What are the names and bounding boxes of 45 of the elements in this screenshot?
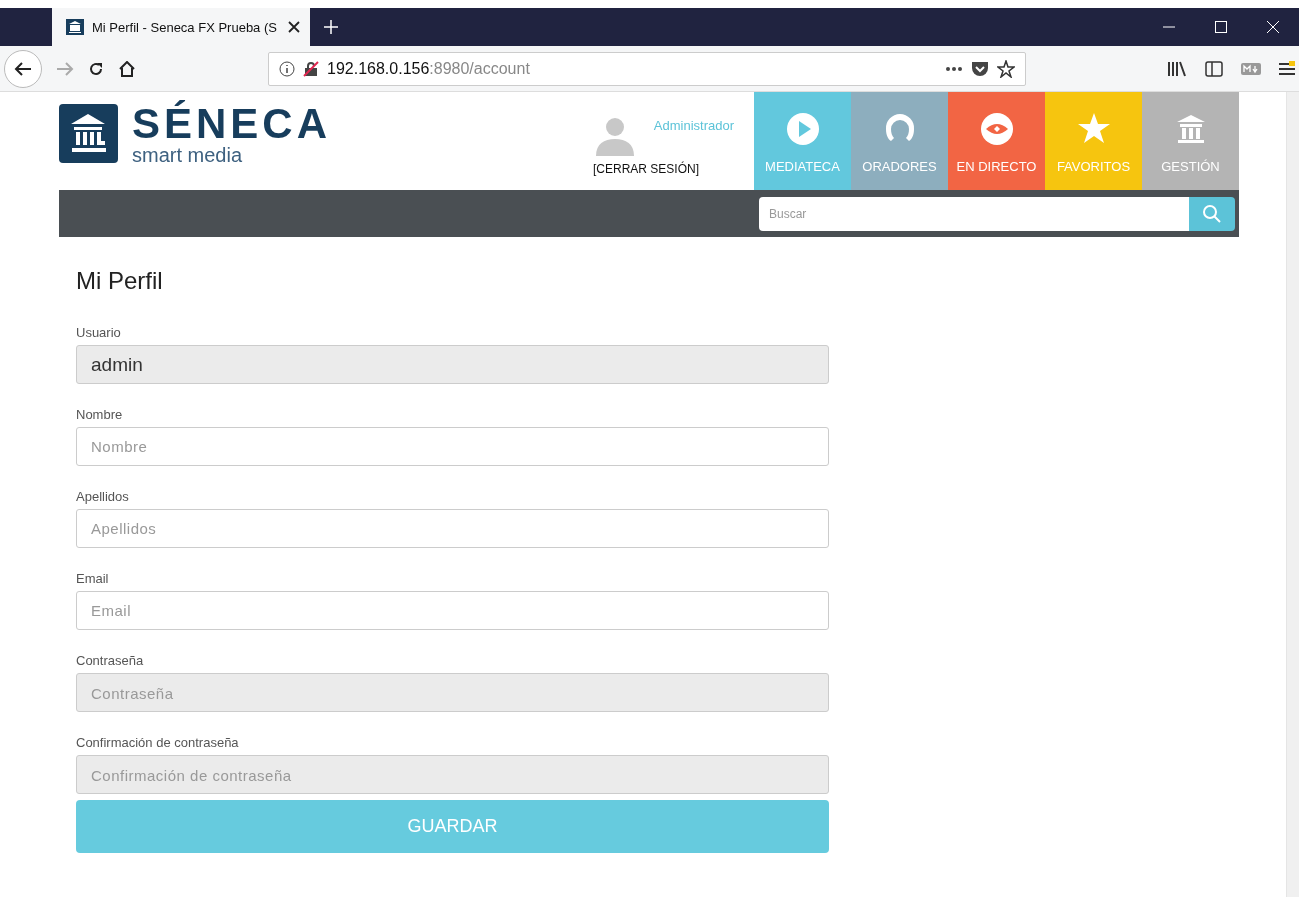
- field-label: Confirmación de contraseña: [76, 735, 240, 750]
- page-title: Mi Perfil: [76, 267, 164, 295]
- browser-tab[interactable]: Mi Perfil - Seneca FX Prueba (S: [52, 8, 310, 46]
- scrollbar[interactable]: [1286, 92, 1299, 897]
- markdown-icon[interactable]: [1241, 62, 1261, 75]
- field-label: Usuario: [76, 325, 122, 340]
- home-icon[interactable]: [118, 60, 136, 77]
- logo-icon: [59, 104, 118, 163]
- search-button[interactable]: [1189, 196, 1235, 231]
- menu-icon[interactable]: [1279, 60, 1295, 77]
- field-label: Nombre: [76, 407, 124, 422]
- field-label: Contraseña: [76, 653, 145, 668]
- url-field[interactable]: 192.168.0.156:8980/account: [268, 51, 1026, 86]
- play-icon: [784, 111, 821, 147]
- nav-tile[interactable]: MEDIATECA: [754, 92, 851, 190]
- search-field[interactable]: Buscar: [759, 196, 1189, 231]
- back-button[interactable]: [4, 49, 42, 88]
- plus-icon[interactable]: [324, 20, 338, 34]
- insecure-lock-icon[interactable]: [303, 60, 319, 77]
- eye-icon: [978, 111, 1015, 147]
- sidebar-icon[interactable]: [1205, 60, 1223, 77]
- info-icon[interactable]: [279, 60, 295, 77]
- nav-tile[interactable]: FAVORITOS: [1045, 92, 1142, 190]
- maximize-icon[interactable]: [1215, 21, 1227, 33]
- back-arrow-icon: [14, 60, 32, 77]
- nav-tile[interactable]: ORADORES: [851, 92, 948, 190]
- bank-icon: [66, 19, 84, 35]
- logo-tagline: smart media: [132, 144, 244, 166]
- save-button[interactable]: GUARDAR: [76, 800, 829, 853]
- more-icon[interactable]: [945, 65, 963, 72]
- reload-icon[interactable]: [88, 60, 104, 77]
- library-icon[interactable]: [1167, 60, 1187, 77]
- close-icon[interactable]: [288, 21, 300, 33]
- pocket-icon[interactable]: [971, 60, 989, 77]
- search-icon: [1202, 203, 1222, 224]
- field-label: Apellidos: [76, 489, 130, 504]
- input-field[interactable]: Apellidos: [76, 509, 829, 548]
- input-field[interactable]: Nombre: [76, 427, 829, 466]
- field-label: Email: [76, 571, 110, 586]
- logout-link[interactable]: [CERRAR SESIÓN]: [593, 162, 700, 176]
- user-name-link[interactable]: Administrador: [653, 118, 734, 133]
- nav-tile[interactable]: EN DIRECTO: [948, 92, 1045, 190]
- star-icon[interactable]: [997, 59, 1015, 78]
- nav-tile[interactable]: GESTIÓN: [1142, 92, 1239, 190]
- input-field[interactable]: Email: [76, 591, 829, 630]
